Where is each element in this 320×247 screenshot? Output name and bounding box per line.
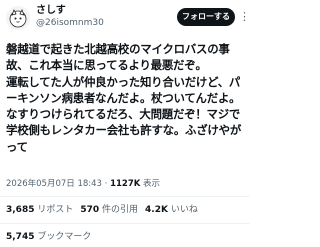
tweet-text: 磐越道で起きた北越高校のマイクロバスの事故、これ本当に思ってるより最悪だぞ。 運… bbox=[6, 42, 242, 154]
quotes-label: 件の引用 bbox=[102, 205, 139, 215]
quotes-stat[interactable]: 570 件の引用 bbox=[80, 205, 138, 215]
quotes-count: 570 bbox=[80, 205, 100, 215]
display-name[interactable]: さしす bbox=[36, 5, 66, 17]
bookmarks-count: 5,745 bbox=[6, 232, 35, 242]
divider bbox=[0, 223, 250, 224]
user-handle[interactable]: @26isomnm30 bbox=[36, 18, 104, 29]
views-label: 表示 bbox=[143, 179, 161, 189]
bookmarks-stat[interactable]: 5,745 ブックマーク bbox=[6, 231, 91, 243]
likes-count: 4.2K bbox=[145, 205, 168, 215]
views-count: 1127K bbox=[110, 179, 141, 189]
likes-stat[interactable]: 4.2K いいね bbox=[145, 205, 198, 215]
retweets-count: 3,685 bbox=[6, 205, 35, 215]
tweet-date[interactable]: 2026年05月07日 18:43 bbox=[6, 179, 102, 189]
divider bbox=[0, 196, 250, 197]
avatar[interactable] bbox=[6, 6, 30, 30]
likes-label: いいね bbox=[170, 205, 198, 215]
meta-separator: · bbox=[104, 179, 108, 189]
engagement-stats: 3,685 リポスト 570 件の引用 4.2K いいね bbox=[6, 204, 205, 216]
tweet-meta: 2026年05月07日 18:43 · 1127K 表示 bbox=[6, 178, 160, 190]
more-options-icon[interactable]: ⋮ bbox=[239, 9, 250, 25]
retweets-stat[interactable]: 3,685 リポスト bbox=[6, 205, 73, 215]
avatar-image bbox=[6, 6, 30, 30]
bookmarks-label: ブックマーク bbox=[37, 232, 92, 242]
follow-button[interactable]: フォローする bbox=[177, 8, 235, 26]
retweets-label: リポスト bbox=[37, 205, 74, 215]
tweet-header: さしす @26isomnm30 フォローする ⋮ bbox=[0, 0, 250, 34]
